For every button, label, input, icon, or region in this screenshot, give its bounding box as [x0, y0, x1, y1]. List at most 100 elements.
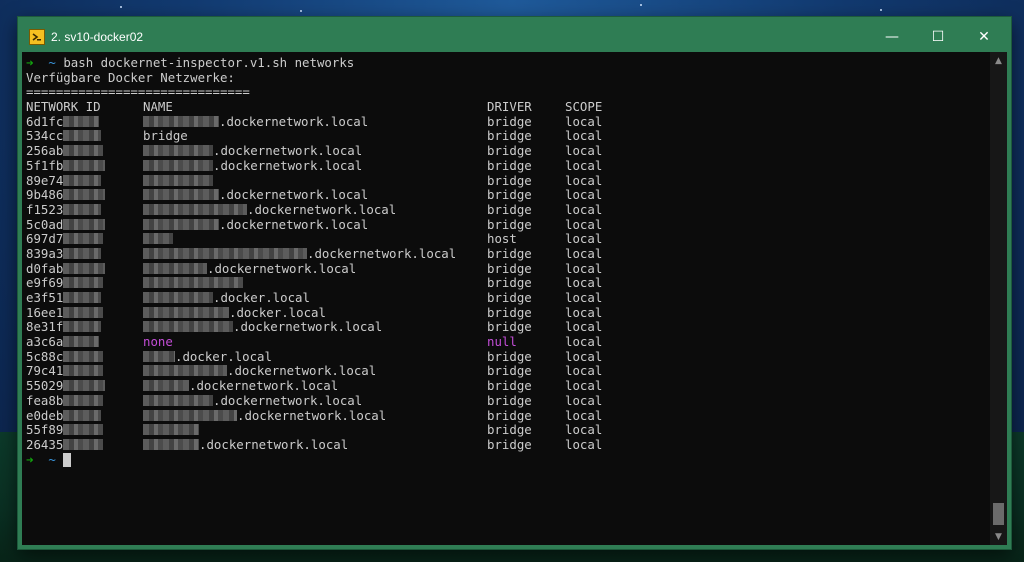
network-id-cell: 5c0ad — [26, 216, 143, 233]
redacted-blur — [143, 306, 229, 318]
network-id-cell: e9f69 — [26, 275, 143, 291]
network-name-cell: .dockernetwork.local — [143, 261, 487, 277]
table-row: 697d7 host local — [26, 231, 990, 247]
network-name-cell: .docker.local — [143, 348, 487, 365]
terminal-window[interactable]: 2. sv10-docker02 — ☐ ✕ ➜ ~ bash dockerne… — [18, 17, 1011, 549]
table-row: e9f69 bridge local — [26, 275, 990, 291]
vertical-scrollbar[interactable]: ▲ ▼ — [990, 52, 1007, 545]
network-name: .dockernetwork.local — [247, 201, 397, 217]
network-id-cell: e3f51 — [26, 290, 143, 306]
minimize-button[interactable]: — — [869, 21, 915, 52]
prompt-arrow-icon: ➜ — [26, 451, 34, 467]
network-id-cell: 79c41 — [26, 364, 143, 379]
network-scope: local — [565, 187, 603, 203]
network-id: 26435 — [26, 436, 64, 452]
network-scope: local — [565, 143, 603, 159]
scrollbar-thumb[interactable] — [993, 503, 1004, 525]
background-star — [640, 4, 642, 6]
network-id: 16ee1 — [26, 304, 64, 320]
table-row: 6d1fc .dockernetwork.local bridge local — [26, 113, 990, 130]
network-driver: bridge — [487, 260, 532, 276]
network-driver: bridge — [487, 128, 532, 144]
network-id-cell: a3c6a — [26, 334, 143, 350]
window-controls: — ☐ ✕ — [869, 21, 1007, 52]
network-scope: local — [565, 201, 603, 217]
redacted-blur — [63, 321, 102, 333]
network-driver: bridge — [487, 113, 532, 129]
network-id: 5c88c — [26, 348, 64, 364]
active-prompt-line[interactable]: ➜ ~ — [26, 451, 990, 468]
network-id: 55f89 — [26, 422, 64, 438]
network-scope: local — [565, 157, 603, 173]
redacted-blur — [63, 292, 102, 303]
redacted-blur — [143, 218, 219, 230]
redacted-blur — [63, 424, 104, 436]
network-id-cell: 534cc — [26, 129, 143, 144]
network-driver: bridge — [487, 422, 532, 438]
redacted-blur — [63, 130, 102, 142]
prompt-arrow-icon: ➜ — [26, 55, 34, 70]
table-row: 26435 .dockernetwork.local bridge local — [26, 436, 990, 453]
network-name: .docker.local — [175, 348, 272, 364]
table-row: 534cc bridge bridge local — [26, 129, 990, 144]
table-row: 89e74 bridge local — [26, 173, 990, 189]
network-id: 5c0ad — [26, 216, 64, 232]
network-id: 55029 — [26, 378, 64, 394]
redacted-blur — [143, 380, 189, 392]
network-id: 256ab — [26, 143, 64, 159]
table-row: e3f51 .docker.local bridge local — [26, 290, 990, 306]
network-id-cell: 55f89 — [26, 422, 143, 438]
network-id-cell: 26435 — [26, 436, 143, 453]
network-scope: local — [565, 128, 603, 144]
terminal-app-icon — [29, 28, 45, 45]
network-id: 697d7 — [26, 231, 64, 247]
network-name: .dockernetwork.local — [213, 392, 363, 408]
network-id-cell: 697d7 — [26, 231, 143, 247]
text-cursor — [63, 452, 72, 467]
network-scope: local — [565, 275, 603, 291]
table-row: 79c41 .dockernetwork.local bridge local — [26, 364, 990, 379]
table-row: 9b486 .dockernetwork.local bridge local — [26, 187, 990, 203]
close-button[interactable]: ✕ — [961, 21, 1007, 52]
network-driver: bridge — [487, 319, 532, 335]
network-name-cell — [143, 232, 487, 247]
network-scope: local — [565, 436, 603, 452]
network-scope: local — [565, 407, 603, 423]
redacted-blur — [143, 365, 227, 377]
scroll-up-icon[interactable]: ▲ — [990, 52, 1007, 69]
redacted-blur — [63, 233, 104, 245]
title-bar[interactable]: 2. sv10-docker02 — ☐ ✕ — [22, 21, 1007, 52]
table-header: NETWORK ID NAME DRIVER SCOPE — [26, 99, 990, 115]
prompt-directory: ~ — [48, 451, 56, 467]
redacted-blur — [63, 350, 104, 362]
network-id-cell: 5f1fb — [26, 158, 143, 174]
network-scope: local — [565, 392, 603, 408]
header-scope: SCOPE — [565, 99, 603, 115]
table-row: d0fab .dockernetwork.local bridge local — [26, 260, 990, 277]
network-id: fea8b — [26, 392, 64, 408]
network-id: 9b486 — [26, 187, 64, 203]
network-id-cell: 16ee1 — [26, 304, 143, 321]
table-row: 55029 .dockernetwork.local bridge local — [26, 378, 990, 394]
network-name-cell: .dockernetwork.local — [143, 408, 487, 424]
table-row: a3c6a none null local — [26, 334, 990, 350]
network-scope: local — [565, 422, 603, 438]
network-id-cell: d0fab — [26, 261, 143, 277]
redacted-blur — [63, 145, 104, 157]
maximize-button[interactable]: ☐ — [915, 21, 961, 52]
header-network-id: NETWORK ID — [26, 99, 101, 115]
scroll-down-icon[interactable]: ▼ — [990, 528, 1007, 545]
network-scope: local — [565, 260, 603, 276]
terminal-output[interactable]: ➜ ~ bash dockernet-inspector.v1.sh netwo… — [22, 52, 990, 545]
network-driver: bridge — [487, 143, 532, 159]
network-id-cell: 5c88c — [26, 348, 143, 365]
network-driver: host — [487, 231, 517, 247]
network-name: .dockernetwork.local — [213, 143, 363, 159]
network-scope: local — [565, 304, 603, 320]
network-id: a3c6a — [26, 334, 64, 350]
network-name: .docker.local — [229, 304, 326, 320]
network-id: e9f69 — [26, 275, 64, 291]
network-name: .dockernetwork.local — [307, 245, 457, 261]
network-scope: local — [565, 290, 603, 305]
network-name: .dockernetwork.local — [219, 187, 369, 203]
